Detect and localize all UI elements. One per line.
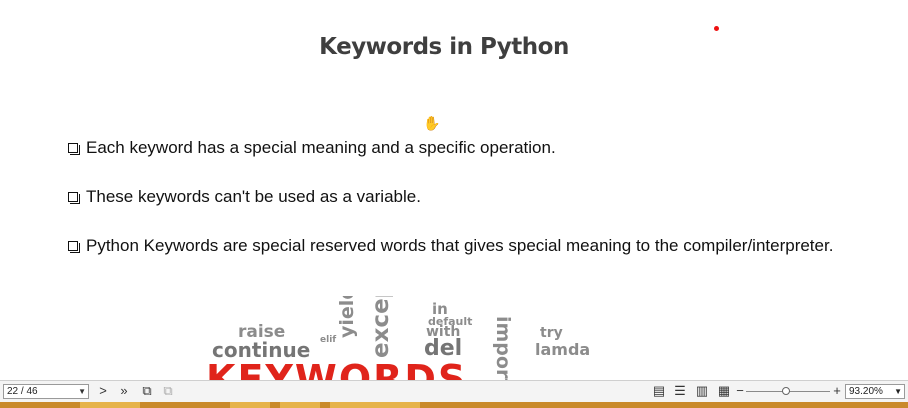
taskbar-strip	[0, 402, 908, 408]
bullet-text: These keywords can't be used as a variab…	[86, 187, 421, 206]
bullet-item: Each keyword has a special meaning and a…	[68, 138, 556, 158]
thumbnail-icon[interactable]: ▦	[716, 383, 732, 399]
wordcloud-word: import	[492, 316, 514, 380]
wordcloud-word: lamda	[535, 340, 591, 359]
copy-alt-icon[interactable]: ⧉	[160, 383, 176, 399]
wordcloud-word: yield	[336, 296, 358, 338]
slide-title: Keywords in Python	[319, 34, 569, 60]
red-dot-marker	[714, 26, 719, 31]
wordcloud-word: except	[368, 296, 394, 358]
zoom-level-select[interactable]: 93.20% ▼	[845, 384, 905, 399]
bullet-text: Python Keywords are special reserved wor…	[86, 236, 834, 255]
next-page-icon[interactable]: >	[95, 383, 111, 399]
zoom-level-value: 93.20%	[849, 386, 883, 397]
chevron-down-icon: ▼	[78, 387, 86, 396]
copy-icon[interactable]: ⧉	[139, 383, 155, 399]
zoom-in-icon[interactable]: +	[829, 383, 845, 399]
wordcloud-headline: KEYWORDS	[206, 357, 468, 380]
checkbox-bullet-icon	[68, 241, 80, 253]
hand-cursor-icon: ✋	[423, 115, 441, 131]
continuous-page-icon[interactable]: ☰	[672, 383, 688, 399]
page-indicator: 22 / 46	[7, 386, 38, 397]
zoom-slider-thumb[interactable]	[782, 387, 791, 395]
chevron-down-icon: ▼	[894, 387, 902, 396]
bullet-item: Python Keywords are special reserved wor…	[68, 236, 833, 256]
last-page-icon[interactable]: »	[116, 383, 132, 399]
zoom-slider[interactable]	[746, 387, 830, 395]
bullet-text: Each keyword has a special meaning and a…	[86, 138, 556, 157]
wordcloud-word: elif	[320, 335, 337, 345]
facing-page-icon[interactable]: ▥	[694, 383, 710, 399]
slide-canvas: Keywords in Python ✋ Each keyword has a …	[0, 0, 908, 380]
wordcloud-word: try	[540, 325, 563, 341]
keyword-wordcloud-image: in default with del import try lamda rai…	[200, 296, 630, 380]
viewer-toolbar: 22 / 46 ▼ > » ⧉ ⧉ ▤ ☰ ▥ ▦ − + 93.20% ▼	[0, 380, 908, 402]
bullet-item: These keywords can't be used as a variab…	[68, 187, 421, 207]
checkbox-bullet-icon	[68, 192, 80, 204]
checkbox-bullet-icon	[68, 143, 80, 155]
page-number-select[interactable]: 22 / 46 ▼	[3, 384, 89, 399]
single-page-icon[interactable]: ▤	[651, 383, 667, 399]
